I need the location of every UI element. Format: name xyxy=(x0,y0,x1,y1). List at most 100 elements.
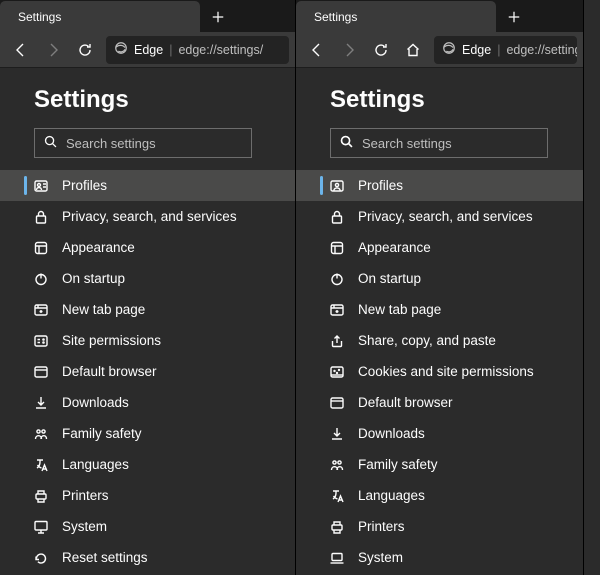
nav-item-downloads[interactable]: Downloads xyxy=(0,387,295,418)
search-icon xyxy=(339,134,354,152)
address-brand: Edge xyxy=(134,43,163,57)
browser-window-sliver xyxy=(584,0,600,575)
nav-item-default-browser[interactable]: Default browser xyxy=(0,356,295,387)
cookies-icon xyxy=(328,363,346,381)
nav-item-cookies-and-site-permissions[interactable]: Cookies and site permissions xyxy=(296,356,583,387)
nav-item-privacy-search-and-services[interactable]: Privacy, search, and services xyxy=(0,201,295,232)
search-settings[interactable] xyxy=(330,128,548,158)
page-content: Settings Profiles Privacy, search, and se… xyxy=(296,68,583,575)
nav-item-family-safety[interactable]: Family safety xyxy=(0,418,295,449)
lock-icon xyxy=(328,208,346,226)
nav-item-on-startup[interactable]: On startup xyxy=(0,263,295,294)
settings-nav: Profiles Privacy, search, and services App… xyxy=(296,170,583,575)
family-icon xyxy=(328,456,346,474)
nav-item-label: Printers xyxy=(358,519,405,534)
tab-title: Settings xyxy=(314,10,480,24)
language-icon xyxy=(32,456,50,474)
search-input[interactable] xyxy=(362,136,539,151)
nav-item-label: Downloads xyxy=(62,395,129,410)
home-button[interactable] xyxy=(398,35,428,65)
toolbar: Edge | edge://settings/ xyxy=(0,32,295,68)
address-url: edge://settings xyxy=(506,43,577,57)
nav-item-profiles[interactable]: Profiles xyxy=(0,170,295,201)
nav-item-appearance[interactable]: Appearance xyxy=(0,232,295,263)
nav-item-default-browser[interactable]: Default browser xyxy=(296,387,583,418)
edge-icon xyxy=(114,41,128,58)
new-tab-button[interactable] xyxy=(204,3,232,31)
appearance-icon xyxy=(32,239,50,257)
back-button[interactable] xyxy=(6,35,36,65)
address-separator: | xyxy=(169,43,172,57)
download-icon xyxy=(328,425,346,443)
refresh-button[interactable] xyxy=(70,35,100,65)
toolbar: Edge | edge://settings xyxy=(296,32,583,68)
nav-item-label: Site permissions xyxy=(62,333,161,348)
nav-item-system[interactable]: System xyxy=(296,542,583,573)
appearance-icon xyxy=(328,239,346,257)
page-title: Settings xyxy=(0,86,295,114)
nav-item-label: Family safety xyxy=(358,457,438,472)
nav-item-site-permissions[interactable]: Site permissions xyxy=(0,325,295,356)
back-button[interactable] xyxy=(302,35,332,65)
tab-title: Settings xyxy=(18,10,184,24)
new-tab-button[interactable] xyxy=(500,3,528,31)
nav-item-privacy-search-and-services[interactable]: Privacy, search, and services xyxy=(296,201,583,232)
nav-item-downloads[interactable]: Downloads xyxy=(296,418,583,449)
search-settings[interactable] xyxy=(34,128,252,158)
refresh-button[interactable] xyxy=(366,35,396,65)
nav-item-label: Appearance xyxy=(62,240,135,255)
nav-item-languages[interactable]: Languages xyxy=(296,480,583,511)
address-url: edge://settings/ xyxy=(178,43,263,57)
language-icon xyxy=(328,487,346,505)
tab-settings[interactable]: Settings xyxy=(296,1,496,32)
permissions-icon xyxy=(32,332,50,350)
address-bar[interactable]: Edge | edge://settings xyxy=(434,36,577,64)
share-icon xyxy=(328,332,346,350)
address-separator: | xyxy=(497,43,500,57)
forward-button[interactable] xyxy=(334,35,364,65)
page-title: Settings xyxy=(296,86,583,114)
nav-item-family-safety[interactable]: Family safety xyxy=(296,449,583,480)
tab-settings[interactable]: Settings xyxy=(0,1,200,32)
nav-item-label: Languages xyxy=(358,488,425,503)
nav-item-profiles[interactable]: Profiles xyxy=(296,170,583,201)
nav-item-label: On startup xyxy=(358,271,421,286)
profile-card-icon xyxy=(32,177,50,195)
nav-item-printers[interactable]: Printers xyxy=(0,480,295,511)
nav-item-label: Profiles xyxy=(358,178,403,193)
nav-item-on-startup[interactable]: On startup xyxy=(296,263,583,294)
tab-bar: Settings xyxy=(296,0,583,32)
address-bar[interactable]: Edge | edge://settings/ xyxy=(106,36,289,64)
newtab-icon xyxy=(32,301,50,319)
nav-item-label: Languages xyxy=(62,457,129,472)
nav-item-appearance[interactable]: Appearance xyxy=(296,232,583,263)
nav-item-label: Downloads xyxy=(358,426,425,441)
nav-item-label: Reset settings xyxy=(62,550,148,565)
nav-item-new-tab-page[interactable]: New tab page xyxy=(0,294,295,325)
nav-item-reset-settings[interactable]: Reset settings xyxy=(0,542,295,573)
page-content: Settings Profiles Privacy, search, and se… xyxy=(0,68,295,575)
tab-bar: Settings xyxy=(0,0,295,32)
nav-item-label: Default browser xyxy=(62,364,157,379)
nav-item-label: New tab page xyxy=(358,302,441,317)
browser-window-right: Settings Edge | edge://settings Settings… xyxy=(296,0,584,575)
search-input[interactable] xyxy=(66,136,243,151)
nav-item-label: System xyxy=(62,519,107,534)
browser-icon xyxy=(32,363,50,381)
address-brand: Edge xyxy=(462,43,491,57)
nav-item-label: Appearance xyxy=(358,240,431,255)
download-icon xyxy=(32,394,50,412)
nav-item-label: Share, copy, and paste xyxy=(358,333,496,348)
nav-item-languages[interactable]: Languages xyxy=(0,449,295,480)
nav-item-label: Privacy, search, and services xyxy=(62,209,237,224)
nav-item-share-copy-and-paste[interactable]: Share, copy, and paste xyxy=(296,325,583,356)
nav-item-system[interactable]: System xyxy=(0,511,295,542)
nav-item-new-tab-page[interactable]: New tab page xyxy=(296,294,583,325)
family-icon xyxy=(32,425,50,443)
nav-item-label: New tab page xyxy=(62,302,145,317)
nav-item-printers[interactable]: Printers xyxy=(296,511,583,542)
lock-icon xyxy=(32,208,50,226)
forward-button[interactable] xyxy=(38,35,68,65)
nav-item-label: Cookies and site permissions xyxy=(358,364,534,379)
system-laptop-icon xyxy=(328,549,346,567)
